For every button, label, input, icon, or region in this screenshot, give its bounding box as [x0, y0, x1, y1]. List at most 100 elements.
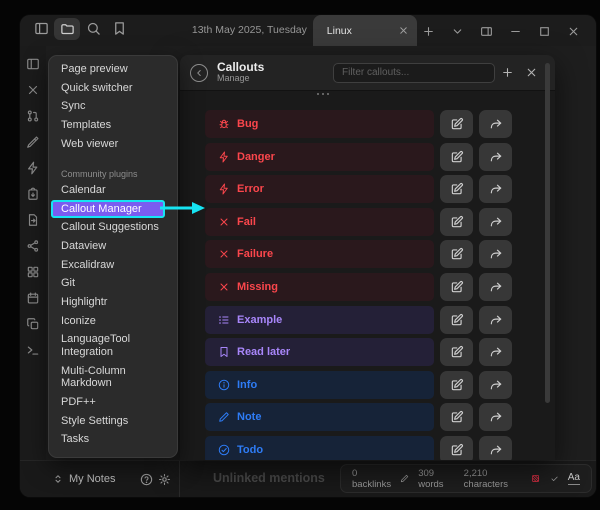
insert-button[interactable] — [479, 208, 512, 236]
help-icon[interactable] — [140, 473, 153, 486]
callout-pill-missing[interactable]: Missing — [205, 273, 434, 301]
git-pull-request-icon[interactable] — [26, 109, 40, 123]
calendar-icon[interactable] — [26, 291, 40, 305]
insert-button[interactable] — [479, 273, 512, 301]
gear-icon[interactable] — [158, 473, 171, 486]
insert-button[interactable] — [479, 338, 512, 366]
edit-button[interactable] — [440, 175, 473, 203]
edit-button[interactable] — [440, 306, 473, 334]
callout-pill-failure[interactable]: Failure — [205, 240, 434, 268]
callout-pill-error[interactable]: Error — [205, 175, 434, 203]
callout-pill-note[interactable]: Note — [205, 403, 434, 431]
edit-button[interactable] — [440, 371, 473, 399]
menu-item-multi-column[interactable]: Multi-Column Markdown — [49, 362, 177, 393]
panel-icon[interactable] — [26, 57, 40, 71]
menu-item-pdf[interactable]: PDF++ — [49, 393, 177, 412]
word-count[interactable]: 309 words — [418, 468, 454, 490]
menu-item-git[interactable]: Git — [49, 274, 177, 293]
insert-button[interactable] — [479, 240, 512, 268]
menu-item-web-viewer[interactable]: Web viewer — [49, 135, 177, 154]
terminal-icon[interactable] — [26, 343, 40, 357]
callout-pill-read-later[interactable]: Read later — [205, 338, 434, 366]
bookmark-icon[interactable] — [106, 18, 132, 40]
edit-button[interactable] — [440, 338, 473, 366]
edit-button[interactable] — [440, 208, 473, 236]
callout-pill-todo[interactable]: Todo — [205, 436, 434, 460]
insert-button[interactable] — [479, 306, 512, 334]
insert-button[interactable] — [479, 143, 512, 171]
menu-item-languagetool[interactable]: LanguageTool Integration — [49, 330, 177, 361]
new-tab-plus-icon[interactable] — [417, 21, 439, 41]
callout-row: Error — [205, 175, 512, 203]
panel-subtitle: Manage — [217, 74, 264, 84]
callout-row: Missing — [205, 273, 512, 301]
maximize-icon[interactable] — [533, 21, 555, 41]
callout-pill-info[interactable]: Info — [205, 371, 434, 399]
window-close-icon[interactable] — [562, 21, 584, 41]
filter-callouts-input[interactable] — [333, 63, 495, 83]
edit-button[interactable] — [440, 143, 473, 171]
x-icon — [218, 281, 230, 293]
reading-mode-toggle[interactable]: Aa — [568, 472, 580, 485]
tab-close-icon[interactable] — [398, 25, 409, 36]
edit-button[interactable] — [440, 403, 473, 431]
insert-button[interactable] — [479, 371, 512, 399]
sidebar-toggle-icon[interactable] — [28, 18, 54, 40]
menu-item-quick-switcher[interactable]: Quick switcher — [49, 79, 177, 98]
random-note-icon[interactable] — [26, 83, 40, 97]
insert-button[interactable] — [479, 110, 512, 138]
menu-item-callout-manager[interactable]: Callout Manager — [51, 200, 165, 219]
menu-item-style-settings[interactable]: Style Settings — [49, 412, 177, 431]
panel-scrollbar[interactable] — [545, 63, 550, 403]
edit-button[interactable] — [440, 240, 473, 268]
add-callout-button[interactable] — [495, 62, 519, 84]
tab-date[interactable]: 13th May 2025, Tuesday — [186, 24, 313, 46]
character-count[interactable]: 2,210 characters — [464, 468, 523, 490]
copy-icon[interactable] — [26, 317, 40, 331]
menu-item-iconize[interactable]: Iconize — [49, 312, 177, 331]
search-icon[interactable] — [80, 18, 106, 40]
chevron-down-icon[interactable] — [446, 21, 468, 41]
edit-button[interactable] — [440, 110, 473, 138]
menu-item-page-preview[interactable]: Page preview — [49, 60, 177, 79]
panel-close-icon[interactable] — [519, 62, 543, 84]
insert-button[interactable] — [479, 175, 512, 203]
minimize-icon[interactable] — [504, 21, 526, 41]
check-icon[interactable] — [550, 473, 559, 484]
bookmark-icon — [218, 346, 230, 358]
callout-pill-bug[interactable]: Bug — [205, 110, 434, 138]
callout-label: Note — [237, 411, 261, 423]
menu-item-templates[interactable]: Templates — [49, 116, 177, 135]
unlinked-mentions-heading: Unlinked mentions — [213, 471, 325, 485]
back-button[interactable] — [190, 64, 208, 82]
insert-button[interactable] — [479, 403, 512, 431]
annotation-arrow-icon — [159, 200, 207, 216]
zap-icon[interactable] — [26, 161, 40, 175]
insert-button[interactable] — [479, 436, 512, 460]
menu-item-calendar[interactable]: Calendar — [49, 181, 177, 200]
edit-button[interactable] — [440, 436, 473, 460]
menu-item-callout-suggestions[interactable]: Callout Suggestions — [49, 218, 177, 237]
plugin-menu: Page preview Quick switcher Sync Templat… — [48, 55, 178, 458]
callout-pill-danger[interactable]: Danger — [205, 143, 434, 171]
edit-button[interactable] — [440, 273, 473, 301]
share-nodes-icon[interactable] — [26, 239, 40, 253]
backlinks-count[interactable]: 0 backlinks — [352, 468, 391, 490]
menu-item-excalidraw[interactable]: Excalidraw — [49, 256, 177, 275]
vault-switcher[interactable]: My Notes — [38, 461, 180, 497]
split-pane-icon[interactable] — [475, 21, 497, 41]
callout-pill-example[interactable]: Example — [205, 306, 434, 334]
folder-icon[interactable] — [54, 18, 80, 40]
tab-linux[interactable]: Linux — [313, 15, 417, 46]
draw-icon[interactable] — [26, 135, 40, 149]
callout-pill-fail[interactable]: Fail — [205, 208, 434, 236]
menu-item-dataview[interactable]: Dataview — [49, 237, 177, 256]
menu-item-sync[interactable]: Sync — [49, 97, 177, 116]
menu-item-highlightr[interactable]: Highlightr — [49, 293, 177, 312]
grid-icon[interactable] — [26, 265, 40, 279]
clipboard-paste-icon[interactable] — [26, 187, 40, 201]
callout-label: Error — [237, 183, 264, 195]
slashed-box-icon[interactable] — [531, 473, 540, 484]
file-export-icon[interactable] — [26, 213, 40, 227]
menu-item-tasks[interactable]: Tasks — [49, 430, 177, 449]
